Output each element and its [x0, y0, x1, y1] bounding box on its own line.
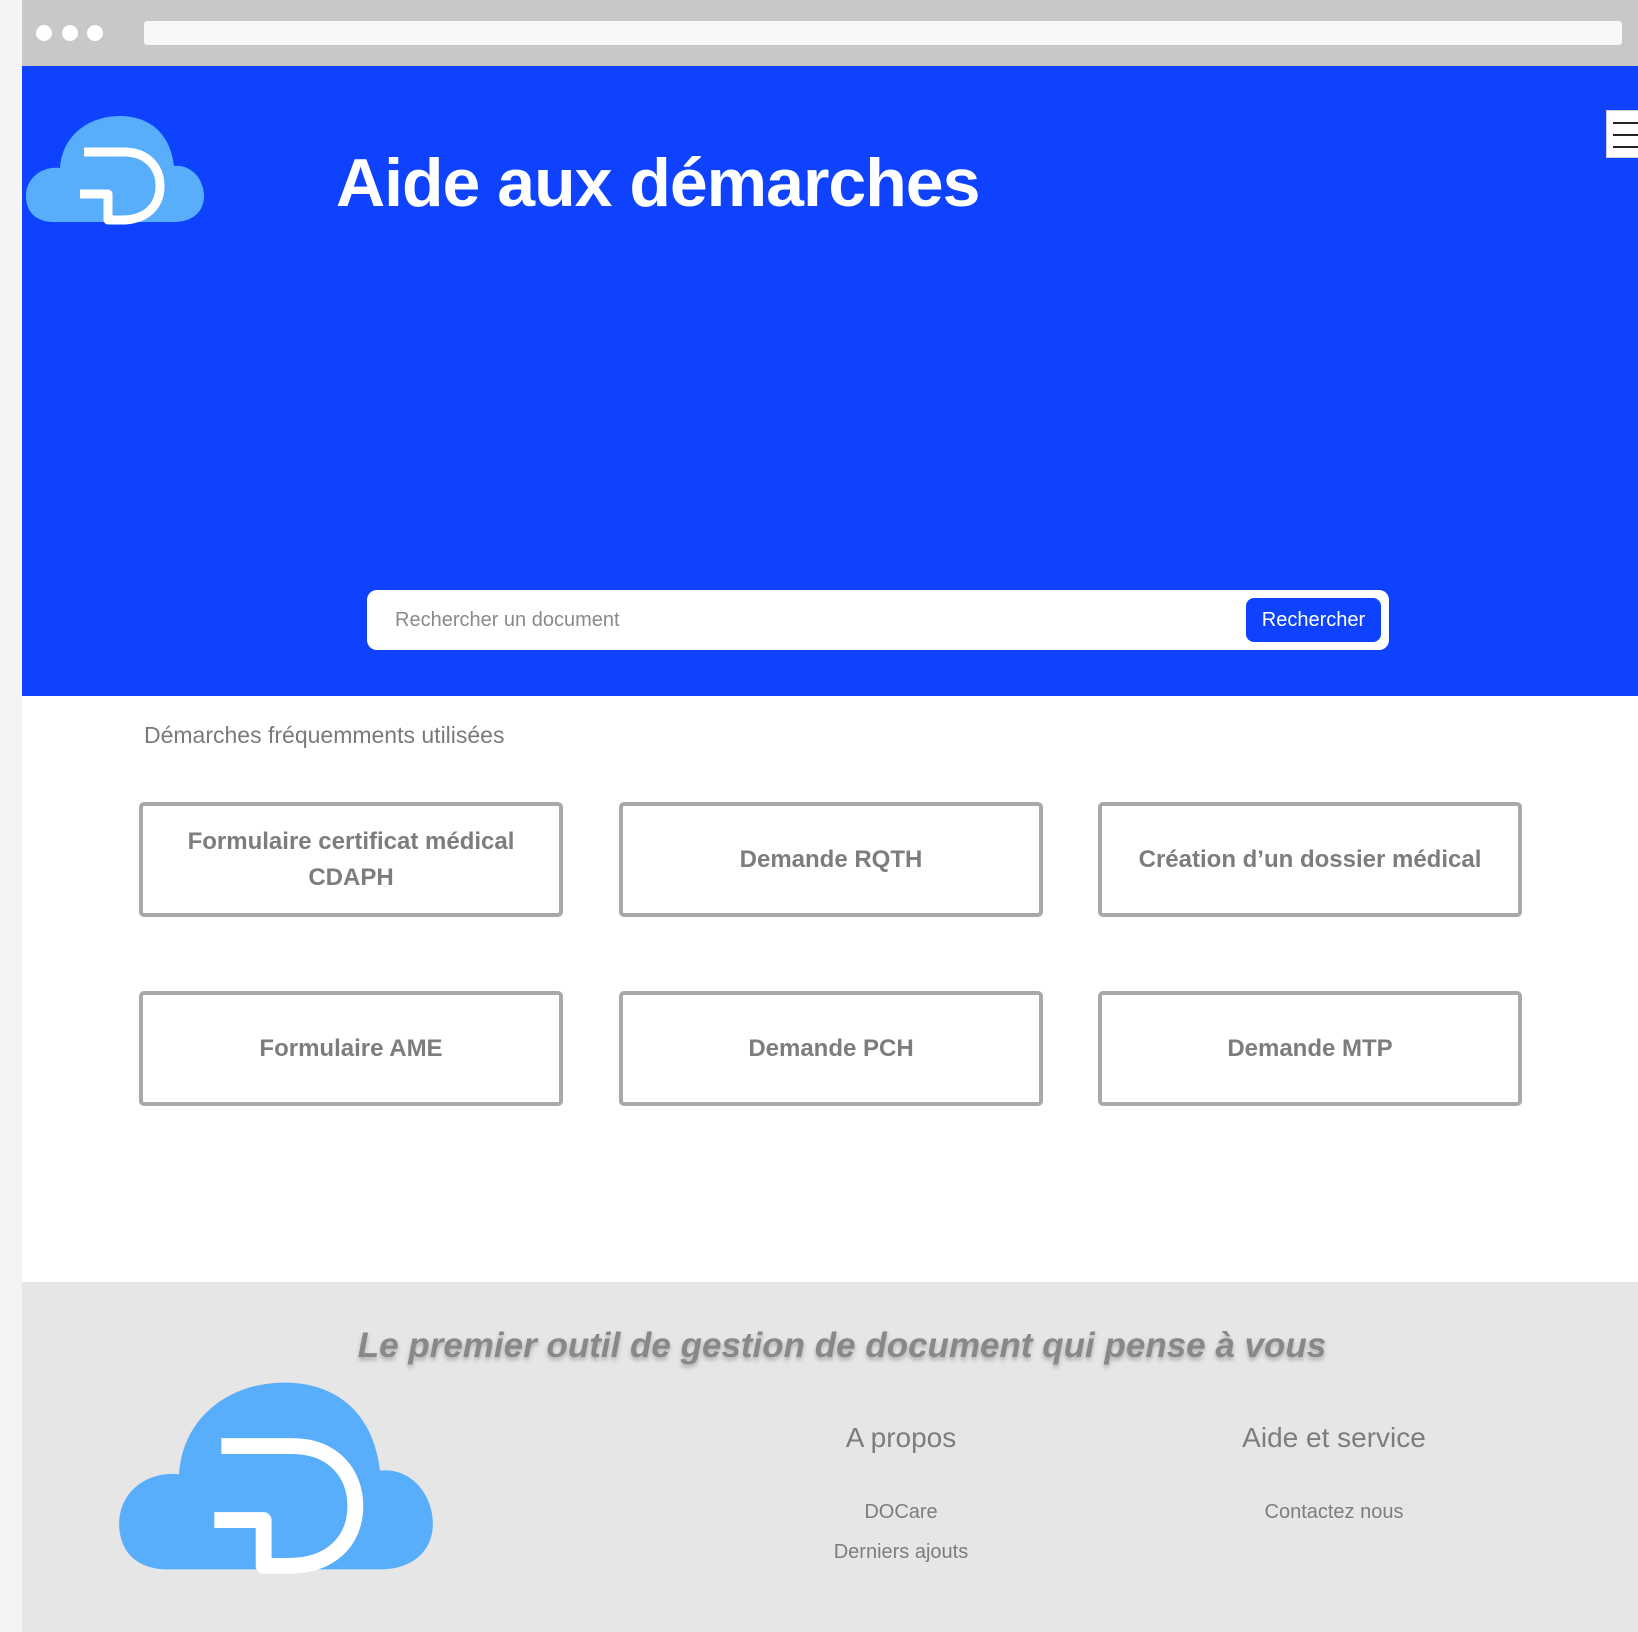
procedure-card[interactable]: Formulaire certificat médical CDAPH	[139, 802, 563, 917]
footer-tagline: Le premier outil de gestion de document …	[357, 1326, 1327, 1365]
window-control-dot[interactable]	[62, 25, 78, 41]
browser-window: Aide aux démarches Rechercher Démarches …	[22, 0, 1638, 1632]
browser-chrome	[22, 0, 1638, 66]
footer-help-column: Aide et service Contactez nous	[1184, 1418, 1484, 1532]
window-control-dot[interactable]	[36, 25, 52, 41]
page-title: Aide aux démarches	[336, 145, 980, 221]
footer: Le premier outil de gestion de document …	[22, 1282, 1638, 1632]
footer-link-contact[interactable]: Contactez nous	[1184, 1492, 1484, 1532]
procedure-card[interactable]: Demande RQTH	[619, 802, 1043, 917]
procedure-card[interactable]: Demande MTP	[1098, 991, 1522, 1106]
footer-about-column: A propos DOCare Derniers ajouts	[751, 1418, 1051, 1572]
section-title: Démarches fréquemments utilisées	[144, 722, 505, 748]
search-bar: Rechercher	[367, 590, 1389, 650]
footer-link-docare[interactable]: DOCare	[751, 1492, 1051, 1532]
procedure-card[interactable]: Demande PCH	[619, 991, 1043, 1106]
footer-help-heading: Aide et service	[1242, 1422, 1426, 1453]
window-control-dot[interactable]	[87, 25, 103, 41]
cloud-d-logo-icon	[108, 1372, 444, 1585]
procedure-card[interactable]: Formulaire AME	[139, 991, 563, 1106]
cloud-d-logo-icon[interactable]	[24, 110, 206, 233]
hamburger-menu-icon[interactable]	[1606, 110, 1638, 158]
procedure-card[interactable]: Création d’un dossier médical	[1098, 802, 1522, 917]
footer-about-heading: A propos	[845, 1422, 957, 1453]
search-input[interactable]	[395, 604, 1195, 636]
address-bar[interactable]	[144, 21, 1622, 45]
footer-link-latest[interactable]: Derniers ajouts	[751, 1532, 1051, 1572]
search-button[interactable]: Rechercher	[1246, 598, 1381, 642]
hero-banner: Aide aux démarches Rechercher	[22, 66, 1638, 696]
